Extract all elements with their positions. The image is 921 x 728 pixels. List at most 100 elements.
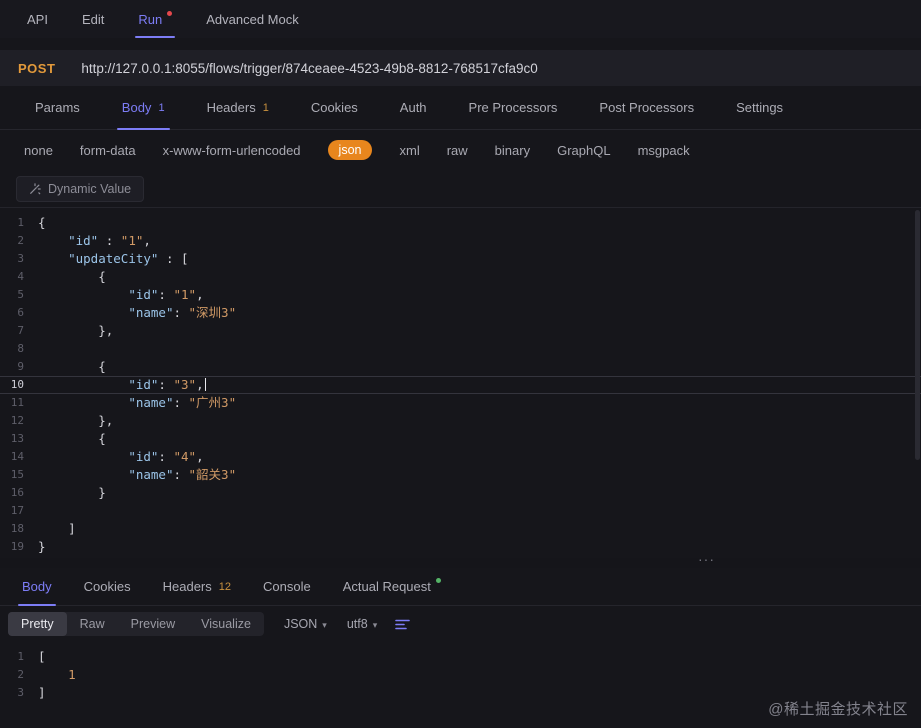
body-type-raw[interactable]: raw [447, 143, 468, 158]
response-tab-headers[interactable]: Headers 12 [147, 568, 247, 605]
line-number: 17 [10, 504, 24, 517]
editor-line-9[interactable]: 9 { [0, 358, 921, 376]
code-token: "广州3" [188, 395, 237, 410]
editor-line-6[interactable]: 6 "name": "深圳3" [0, 304, 921, 322]
body-type-selector: none form-data x-www-form-urlencoded json xm… [0, 130, 921, 170]
top-nav-item-run[interactable]: Run [121, 0, 189, 38]
editor-line-2[interactable]: 2 "id" : "1", [0, 232, 921, 250]
code-token: }, [38, 323, 114, 338]
request-tab-auth[interactable]: Auth [379, 86, 448, 129]
view-tab-raw[interactable]: Raw [67, 612, 118, 636]
editor-line-14[interactable]: 14 "id": "4", [0, 448, 921, 466]
body-type-x-www-form-urlencoded[interactable]: x-www-form-urlencoded [163, 143, 301, 158]
editor-line-18[interactable]: 18 ] [0, 520, 921, 538]
body-type-xml[interactable]: xml [399, 143, 419, 158]
response-view-switcher: Pretty Raw Preview Visualize [8, 612, 264, 636]
editor-toolbar: Dynamic Value [0, 170, 921, 208]
line-content: "id" : "1", [38, 232, 151, 250]
line-number: 12 [10, 414, 24, 427]
editor-line-15[interactable]: 15 "name": "韶关3" [0, 466, 921, 484]
code-token: "1" [173, 287, 197, 302]
tab-label: Post Processors [599, 100, 695, 115]
top-nav: API Edit Run Advanced Mock [0, 0, 921, 38]
body-type-json[interactable]: json [327, 140, 373, 160]
response-tab-cookies[interactable]: Cookies [68, 568, 147, 605]
body-type-form-data[interactable]: form-data [80, 143, 136, 158]
panel-resize-divider[interactable] [0, 558, 921, 568]
request-url-input[interactable]: http://127.0.0.1:8055/flows/trigger/874c… [81, 61, 537, 76]
line-content: { [38, 430, 106, 448]
editor-line-2[interactable]: 2 1 [0, 666, 921, 684]
tab-label: Body [121, 100, 152, 115]
editor-line-17[interactable]: 17 [0, 502, 921, 520]
code-token: { [38, 215, 46, 230]
tab-count-badge: 1 [158, 101, 165, 114]
editor-scrollbar[interactable] [915, 210, 920, 460]
body-type-graphql[interactable]: GraphQL [557, 143, 610, 158]
editor-line-3[interactable]: 3 "updateCity" : [ [0, 250, 921, 268]
code-token: "name" [128, 395, 174, 410]
code-token: "name" [128, 467, 174, 482]
code-token: , [143, 233, 151, 248]
editor-line-5[interactable]: 5 "id": "1", [0, 286, 921, 304]
line-number: 3 [17, 252, 24, 265]
code-token: , [196, 449, 204, 464]
request-tab-body[interactable]: Body 1 [101, 86, 186, 130]
response-tab-actual-request[interactable]: Actual Request [327, 568, 457, 605]
line-content: }, [38, 322, 113, 340]
editor-line-19[interactable]: 19} [0, 538, 921, 556]
code-token: "3" [173, 377, 197, 392]
top-nav-item-advanced-mock[interactable]: Advanced Mock [189, 0, 316, 38]
editor-line-1[interactable]: 1[ [0, 648, 921, 666]
editor-line-12[interactable]: 12 }, [0, 412, 921, 430]
body-type-msgpack[interactable]: msgpack [638, 143, 690, 158]
view-tab-visualize[interactable]: Visualize [188, 612, 264, 636]
code-token: : [173, 467, 189, 482]
editor-line-7[interactable]: 7 }, [0, 322, 921, 340]
response-tab-console[interactable]: Console [247, 568, 327, 605]
editor-line-16[interactable]: 16 } [0, 484, 921, 502]
editor-line-13[interactable]: 13 { [0, 430, 921, 448]
dynamic-value-button[interactable]: Dynamic Value [16, 175, 145, 202]
line-content: [ [38, 648, 46, 666]
code-token: { [38, 269, 106, 284]
format-code-icon[interactable] [395, 618, 411, 631]
body-type-none[interactable]: none [24, 143, 53, 158]
view-tab-pretty[interactable]: Pretty [8, 612, 67, 636]
line-number: 2 [17, 234, 24, 247]
request-tab-params[interactable]: Params [14, 86, 101, 129]
response-tab-body[interactable]: Body [6, 568, 68, 606]
line-content: "name": "广州3" [38, 394, 236, 412]
request-tab-post-processors[interactable]: Post Processors [578, 86, 715, 129]
editor-line-11[interactable]: 11 "name": "广州3" [0, 394, 921, 412]
resize-handle-icon[interactable] [698, 551, 715, 567]
top-nav-item-api[interactable]: API [10, 0, 65, 38]
http-method-selector[interactable]: POST [18, 61, 55, 76]
request-body-editor[interactable]: 1{2 "id" : "1", 3 "updateCity" : [4 {5 "i… [0, 208, 921, 558]
response-encoding-value: utf8 [346, 617, 368, 631]
response-language-select[interactable]: JSON [284, 617, 327, 631]
view-tab-preview[interactable]: Preview [118, 612, 188, 636]
request-tab-cookies[interactable]: Cookies [290, 86, 379, 129]
request-tab-pre-processors[interactable]: Pre Processors [448, 86, 579, 129]
response-encoding-select[interactable]: utf8 [347, 617, 377, 631]
line-content: { [38, 214, 46, 232]
code-token: "1" [120, 233, 144, 248]
request-tab-headers[interactable]: Headers 1 [186, 86, 290, 129]
editor-line-8[interactable]: 8 [0, 340, 921, 358]
line-number: 18 [10, 522, 24, 535]
editor-line-1[interactable]: 1{ [0, 214, 921, 232]
top-nav-item-edit[interactable]: Edit [65, 0, 121, 38]
line-number: 14 [10, 450, 24, 463]
request-tab-settings[interactable]: Settings [715, 86, 804, 129]
line-number: 2 [17, 668, 24, 681]
editor-line-10[interactable]: 10 "id": "3", [0, 376, 921, 394]
line-content: ] [38, 520, 76, 538]
editor-line-4[interactable]: 4 { [0, 268, 921, 286]
body-type-binary[interactable]: binary [495, 143, 530, 158]
